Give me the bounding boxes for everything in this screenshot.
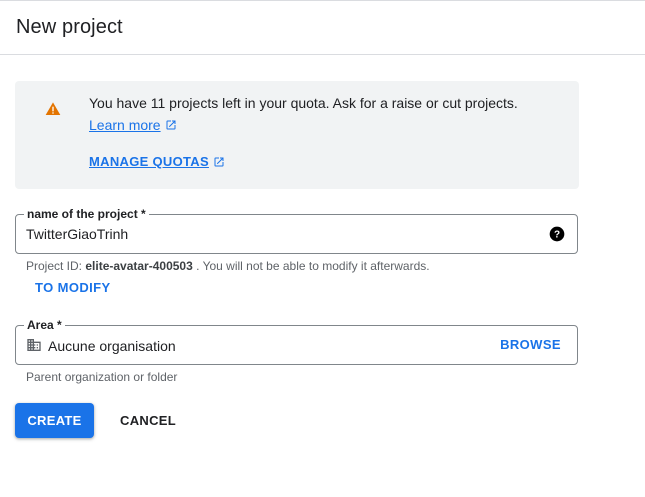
create-button[interactable]: CREATE: [15, 403, 94, 438]
manage-quotas-link[interactable]: MANAGE QUOTAS: [89, 153, 225, 171]
modify-project-id-button[interactable]: TO MODIFY: [35, 280, 111, 295]
quota-message: You have 11 projects left in your quota.…: [89, 95, 518, 111]
learn-more-link[interactable]: Learn more: [89, 116, 177, 134]
help-circle-icon[interactable]: ?: [549, 226, 565, 242]
project-name-field[interactable]: name of the project * ?: [15, 206, 578, 254]
open-in-new-icon: [214, 157, 224, 167]
project-name-input[interactable]: [26, 225, 526, 243]
project-name-label: name of the project *: [24, 206, 149, 222]
area-hint: Parent organization or folder: [26, 370, 178, 384]
cancel-button[interactable]: CANCEL: [108, 403, 188, 438]
project-id-prefix: Project ID:: [26, 259, 83, 273]
open-in-new-icon: [166, 120, 176, 130]
warning-triangle-icon: [45, 102, 61, 115]
page-title: New project: [16, 16, 123, 38]
area-value: Aucune organisation: [48, 338, 176, 354]
manage-quotas-label: MANAGE QUOTAS: [89, 154, 209, 169]
learn-more-label: Learn more: [89, 117, 161, 133]
project-id-hint: Project ID: elite-avatar-400503 . You wi…: [26, 258, 430, 274]
browse-button[interactable]: BROWSE: [500, 337, 561, 352]
project-id-value: elite-avatar-400503: [85, 259, 193, 273]
area-label: Area *: [24, 317, 65, 333]
area-field[interactable]: Area * Aucune organisation BROWSE: [15, 317, 578, 365]
dialog-header: New project: [0, 0, 645, 55]
svg-text:?: ?: [554, 229, 560, 240]
organization-building-icon: [27, 339, 41, 351]
project-id-suffix: . You will not be able to modify it afte…: [196, 259, 430, 273]
quota-warning-banner: You have 11 projects left in your quota.…: [15, 81, 579, 189]
